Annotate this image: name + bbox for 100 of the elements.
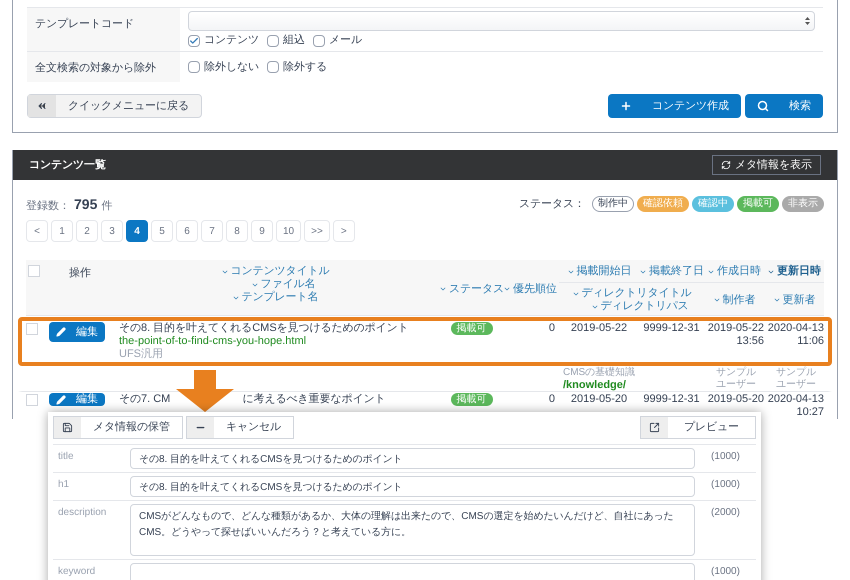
sort-link[interactable]: 更新日時 [767,265,821,278]
page-button[interactable]: 9 [251,220,273,242]
field-label: テンプレートコード [35,18,134,30]
checkbox[interactable] [188,61,200,73]
page-button[interactable]: 7 [201,220,223,242]
page-button[interactable]: 2 [76,220,98,242]
checkbox[interactable] [28,265,40,277]
field-label: title [58,451,74,462]
page-button[interactable]: 10 [276,220,302,242]
create-button[interactable]: コンテンツ作成 [608,94,741,118]
end-date: 9999-12-31 [643,393,700,405]
refresh-icon [721,160,731,170]
status-legend-label: ステータス： [519,196,585,212]
sort-link[interactable]: 掲載開始日 [566,265,632,278]
content-title: その8. 目的を叶えてくれるCMSを見つけるためのポイント [119,322,409,335]
char-limit: (1000) [711,451,740,462]
checkbox-label: 組込 [283,33,305,48]
directory-path-link[interactable]: /knowledge/ [563,379,704,391]
end-date: 9999-12-31 [643,322,700,334]
checkbox[interactable] [26,323,38,335]
checkbox[interactable] [313,34,325,46]
external-icon [649,422,660,433]
sort-link[interactable]: ディレクトリタイトル [572,287,692,300]
updated-datetime: 11:06 [797,335,824,348]
status-badge: 掲載可 [737,196,779,212]
chevron-down-icon [712,296,720,304]
pencil-icon [56,394,66,404]
status-badge: 確認中 [692,196,734,212]
field-label: keyword [58,566,96,577]
priority-value: 0 [548,393,555,405]
created-datetime: 13:56 [736,335,764,348]
directory-title: CMSの基礎知識 [563,367,636,379]
checkbox[interactable] [188,34,200,46]
updated-datetime: 2020-04-13 [768,322,824,335]
text-field[interactable]: その8. 目的を叶えてくれるCMSを見つけるためのポイント [130,448,695,469]
page-button[interactable]: < [26,220,48,242]
sort-link[interactable]: ステータス [439,265,504,313]
plus-icon [620,100,632,112]
template-name: UFS汎用 [119,348,164,361]
preview-button[interactable]: プレビュー [640,416,756,439]
status-badge: 制作中 [592,196,634,212]
checkbox[interactable] [267,34,279,46]
count-unit: 件 [101,198,112,214]
text-field[interactable] [130,563,695,580]
select-arrows-icon [805,17,810,25]
status-badge: 確認依頼 [637,196,689,212]
start-date: 2019-05-20 [570,393,628,405]
checkbox-label: メール [329,33,362,48]
checkbox-label: 除外しない [204,60,259,74]
page-button[interactable]: 4 [126,220,148,242]
checkbox-label: コンテンツ [204,33,259,48]
page-button[interactable]: 6 [176,220,198,242]
description-field[interactable]: CMSがどんなもので、どんな種類があるか、大体の理解は出来たので、CMSの選定を始めたいんだけど、自社にあったCMS。どうやって探せばいいんだろう？と考えている方に。 [130,504,695,556]
edit-button[interactable]: 編集 [49,322,105,342]
sort-link[interactable]: 作成日時 [707,265,761,278]
created-datetime: 2019-05-20 [708,393,764,406]
file-name-link[interactable]: the-point-of-to-find-cms-you-hope.html [119,335,439,348]
field-label: h1 [58,479,70,490]
sort-link[interactable]: テンプレート名 [232,291,318,304]
select-field[interactable] [188,11,815,31]
priority-value: 0 [548,322,555,334]
updated-datetime: 10:27 [796,406,824,419]
page-button[interactable]: 3 [101,220,123,242]
char-limit: (1000) [711,566,740,577]
sort-link[interactable]: 優先順位 [503,265,557,313]
count-value: 795 [74,194,98,214]
sort-link[interactable]: 更新者 [772,287,816,313]
checkbox[interactable] [267,61,279,73]
page-button[interactable]: 5 [151,220,173,242]
sort-link[interactable]: ディレクトリパス [590,300,688,313]
chevron-down-icon [772,296,780,304]
back-button[interactable]: クイックメニューに戻る [27,94,202,118]
page-button[interactable]: >> [304,220,330,242]
pencil-icon [56,327,66,337]
double-left-icon [36,100,48,112]
search-icon [757,100,769,112]
sort-link[interactable]: 掲載終了日 [639,265,704,278]
sort-link[interactable]: コンテンツタイトル [220,265,330,278]
save-meta-button[interactable]: メタ情報の保管 [53,416,183,439]
edit-button[interactable]: 編集 [49,393,105,406]
meta-info-button[interactable]: メタ情報を表示 [712,155,821,175]
sort-link[interactable]: 制作者 [712,287,756,313]
page-button[interactable]: > [332,220,355,242]
field-label: 全文検索の対象から除外 [35,62,156,74]
creator-name: サンプルユーザー [716,367,757,391]
content-title: その7. CM [119,393,170,406]
down-arrow-icon [176,370,234,412]
count-label: 登録数： [26,198,70,214]
char-limit: (1000) [711,479,740,490]
sort-link[interactable]: ファイル名 [250,278,316,291]
save-icon [62,422,73,433]
chevron-down-icon [439,285,447,293]
checkbox[interactable] [26,394,38,406]
page-button[interactable]: 1 [51,220,73,242]
page-button[interactable]: 8 [226,220,248,242]
text-field[interactable]: その8. 目的を叶えてくれるCMSを見つけるためのポイント [130,476,695,497]
cancel-button[interactable]: キャンセル [186,416,294,439]
char-limit: (2000) [711,507,740,518]
search-button[interactable]: 検索 [745,94,823,118]
updated-datetime: 2020-04-13 [768,393,824,406]
